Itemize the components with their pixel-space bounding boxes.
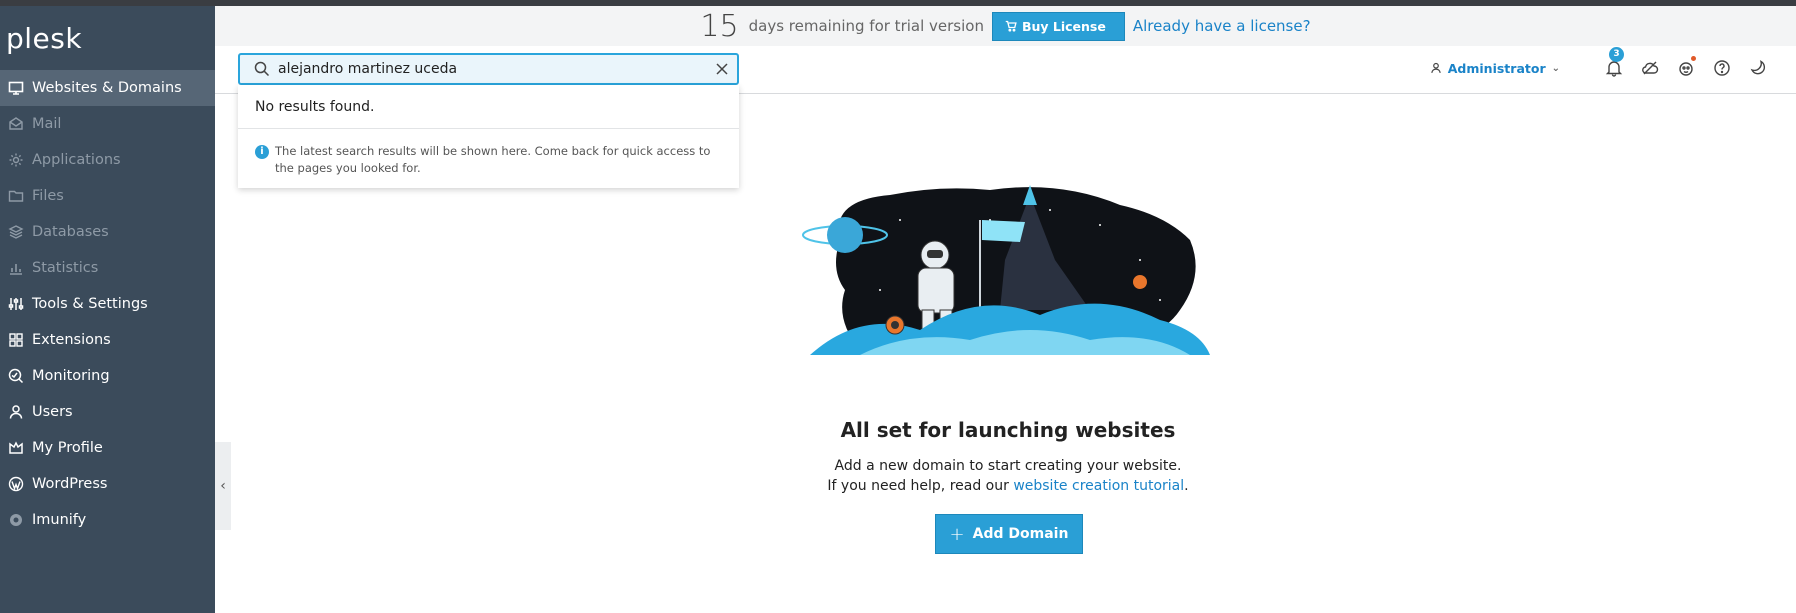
no-results-message: No results found. xyxy=(255,99,375,115)
trial-days-count: 15 xyxy=(700,8,739,44)
sidebar-item-label: Extensions xyxy=(32,332,111,348)
add-domain-button[interactable]: + Add Domain xyxy=(935,514,1083,554)
cart-icon xyxy=(1005,20,1017,32)
sidebar-item-files[interactable]: Files xyxy=(0,178,215,214)
moon-icon xyxy=(1750,60,1766,75)
dark-mode-toggle[interactable] xyxy=(1748,58,1768,78)
plus-icon: + xyxy=(949,523,965,545)
sliders-icon xyxy=(8,296,24,312)
advisor-alert-dot xyxy=(1691,56,1696,61)
help-button[interactable] xyxy=(1712,58,1732,78)
header-toolbar: Administrator ⌄ 3 xyxy=(1430,47,1768,78)
sidebar-item-mail[interactable]: Mail xyxy=(0,106,215,142)
plesk-logo[interactable]: plesk xyxy=(6,22,82,55)
sidebar-item-label: Websites & Domains xyxy=(32,80,182,96)
sidebar-item-applications[interactable]: Applications xyxy=(0,142,215,178)
sidebar-item-label: Monitoring xyxy=(32,368,110,384)
monitor-icon xyxy=(8,80,24,96)
sidebar-item-label: Statistics xyxy=(32,260,99,276)
buy-license-button[interactable]: Buy License xyxy=(991,11,1125,41)
sidebar-item-label: Tools & Settings xyxy=(32,296,148,312)
sidebar-item-tools-settings[interactable]: Tools & Settings xyxy=(0,286,215,322)
empty-state-desc-line2: If you need help, read our website creat… xyxy=(0,478,1796,494)
dropdown-divider xyxy=(238,128,739,129)
sidebar-item-imunify[interactable]: Imunify xyxy=(0,502,215,538)
sidebar-item-monitoring[interactable]: Monitoring xyxy=(0,358,215,394)
shield-gear-icon xyxy=(8,512,24,528)
gear-icon xyxy=(8,152,24,168)
bar-chart-icon xyxy=(8,260,24,276)
sidebar-item-label: My Profile xyxy=(32,440,103,456)
search-info-text: The latest search results will be shown … xyxy=(275,144,711,175)
buy-license-label: Buy License xyxy=(1021,18,1106,34)
grid-icon xyxy=(8,332,24,348)
sidebar-item-label: Files xyxy=(32,188,64,204)
chevron-down-icon: ⌄ xyxy=(1551,62,1560,74)
already-have-license-link[interactable]: Already have a license? xyxy=(1133,17,1311,35)
sidebar-item-databases[interactable]: Databases xyxy=(0,214,215,250)
search-input[interactable] xyxy=(278,61,708,77)
add-domain-label: Add Domain xyxy=(972,526,1069,542)
trial-text: days remaining for trial version xyxy=(748,17,984,35)
search-box[interactable] xyxy=(238,53,739,85)
help-icon xyxy=(1714,60,1730,76)
user-menu-label: Administrator xyxy=(1447,60,1546,76)
sidebar-item-extensions[interactable]: Extensions xyxy=(0,322,215,358)
monitoring-icon xyxy=(8,368,24,384)
layers-icon xyxy=(8,224,24,240)
sidebar-item-label: Imunify xyxy=(32,512,87,528)
search-results-dropdown: No results found. i The latest search re… xyxy=(238,85,739,188)
notifications-button[interactable]: 3 xyxy=(1604,47,1624,78)
advisor-button[interactable] xyxy=(1676,56,1696,78)
search-icon xyxy=(254,61,270,77)
notification-badge: 3 xyxy=(1609,47,1624,62)
advisor-icon xyxy=(1679,62,1693,76)
sidebar-item-label: Applications xyxy=(32,152,121,168)
profile-icon xyxy=(8,440,24,456)
folder-icon xyxy=(8,188,24,204)
user-icon xyxy=(1431,62,1441,73)
mail-icon xyxy=(8,116,24,132)
desc-prefix: If you need help, read our xyxy=(827,478,1014,494)
search-info: i The latest search results will be show… xyxy=(255,143,725,177)
sidebar-item-statistics[interactable]: Statistics xyxy=(0,250,215,286)
astronaut-illustration xyxy=(802,185,1210,355)
info-icon: i xyxy=(255,145,269,159)
empty-state-desc-line1: Add a new domain to start creating your … xyxy=(834,458,1182,474)
cloud-icon xyxy=(1642,61,1659,75)
sidebar-item-label: Databases xyxy=(32,224,109,240)
empty-state-title: All set for launching websites xyxy=(840,418,1176,442)
website-creation-tutorial-link[interactable]: website creation tutorial xyxy=(1013,478,1184,494)
trial-banner: 15 days remaining for trial version Buy … xyxy=(215,6,1796,46)
sidebar-item-label: Mail xyxy=(32,116,62,132)
desc-suffix: . xyxy=(1184,478,1189,494)
sidebar-item-websites-domains[interactable]: Websites & Domains xyxy=(0,70,215,106)
sidebar: plesk Websites & Domains Mail Applicatio… xyxy=(0,6,215,613)
user-menu[interactable]: Administrator ⌄ xyxy=(1430,61,1560,76)
cloud-button[interactable] xyxy=(1640,58,1660,78)
clear-search-icon[interactable] xyxy=(715,62,729,76)
